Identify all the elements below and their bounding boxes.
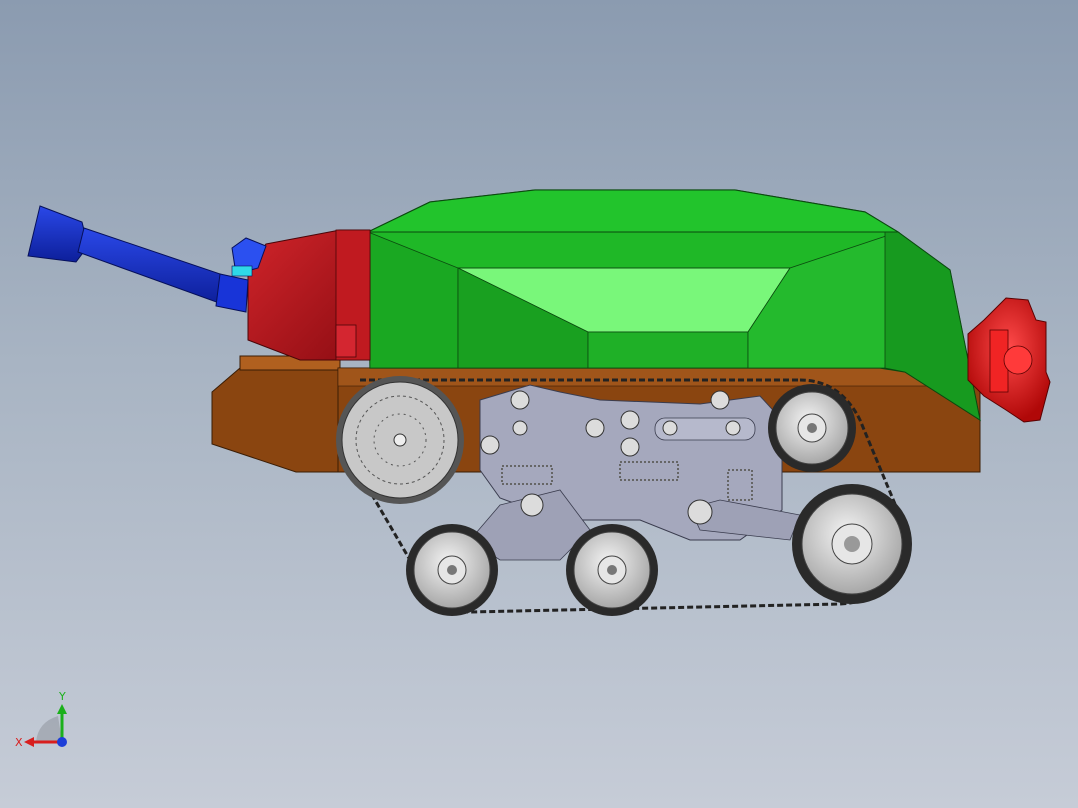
armor-top-face — [368, 190, 898, 232]
bolt — [688, 500, 712, 524]
drive-sprocket — [336, 376, 464, 504]
turret — [248, 230, 370, 360]
bolt — [513, 421, 527, 435]
barrel-breech — [216, 274, 248, 312]
bolt — [621, 411, 639, 429]
rear-hub-cap — [1004, 346, 1032, 374]
bolt — [726, 421, 740, 435]
triad-y-arrow — [57, 704, 67, 714]
wheel-axle — [447, 565, 457, 575]
bolt — [711, 391, 729, 409]
triad-x-label: X — [15, 736, 23, 749]
wheel-axle — [844, 536, 860, 552]
barrel-tube — [78, 228, 232, 304]
triad-x-arrow — [24, 737, 34, 747]
bolt — [511, 391, 529, 409]
bolt — [663, 421, 677, 435]
coordinate-triad: Y X — [15, 690, 67, 749]
barrel-mount-collar — [232, 266, 252, 276]
road-wheel-front-top — [768, 384, 856, 472]
hull-upper-band — [338, 368, 980, 386]
turret-bracket — [336, 325, 356, 357]
triad-plane-indicator — [36, 716, 62, 742]
cannon-barrel — [28, 206, 266, 312]
armor-center-lower — [588, 332, 748, 368]
wheel-axle — [807, 423, 817, 433]
bolt — [586, 419, 604, 437]
barrel-muzzle — [28, 206, 88, 262]
sprocket-hub — [394, 434, 406, 446]
bolt — [521, 494, 543, 516]
road-wheel-middle — [566, 524, 658, 616]
triad-z-axis — [57, 737, 67, 747]
cad-viewport[interactable]: Y X — [0, 0, 1078, 808]
robot-model[interactable] — [28, 190, 1050, 616]
wheel-axle — [607, 565, 617, 575]
bolt — [621, 438, 639, 456]
triad-y-label: Y — [58, 690, 66, 703]
road-wheel-rear-large — [792, 484, 912, 604]
road-wheel-left — [406, 524, 498, 616]
bolt — [481, 436, 499, 454]
hull-front-block — [212, 368, 340, 472]
